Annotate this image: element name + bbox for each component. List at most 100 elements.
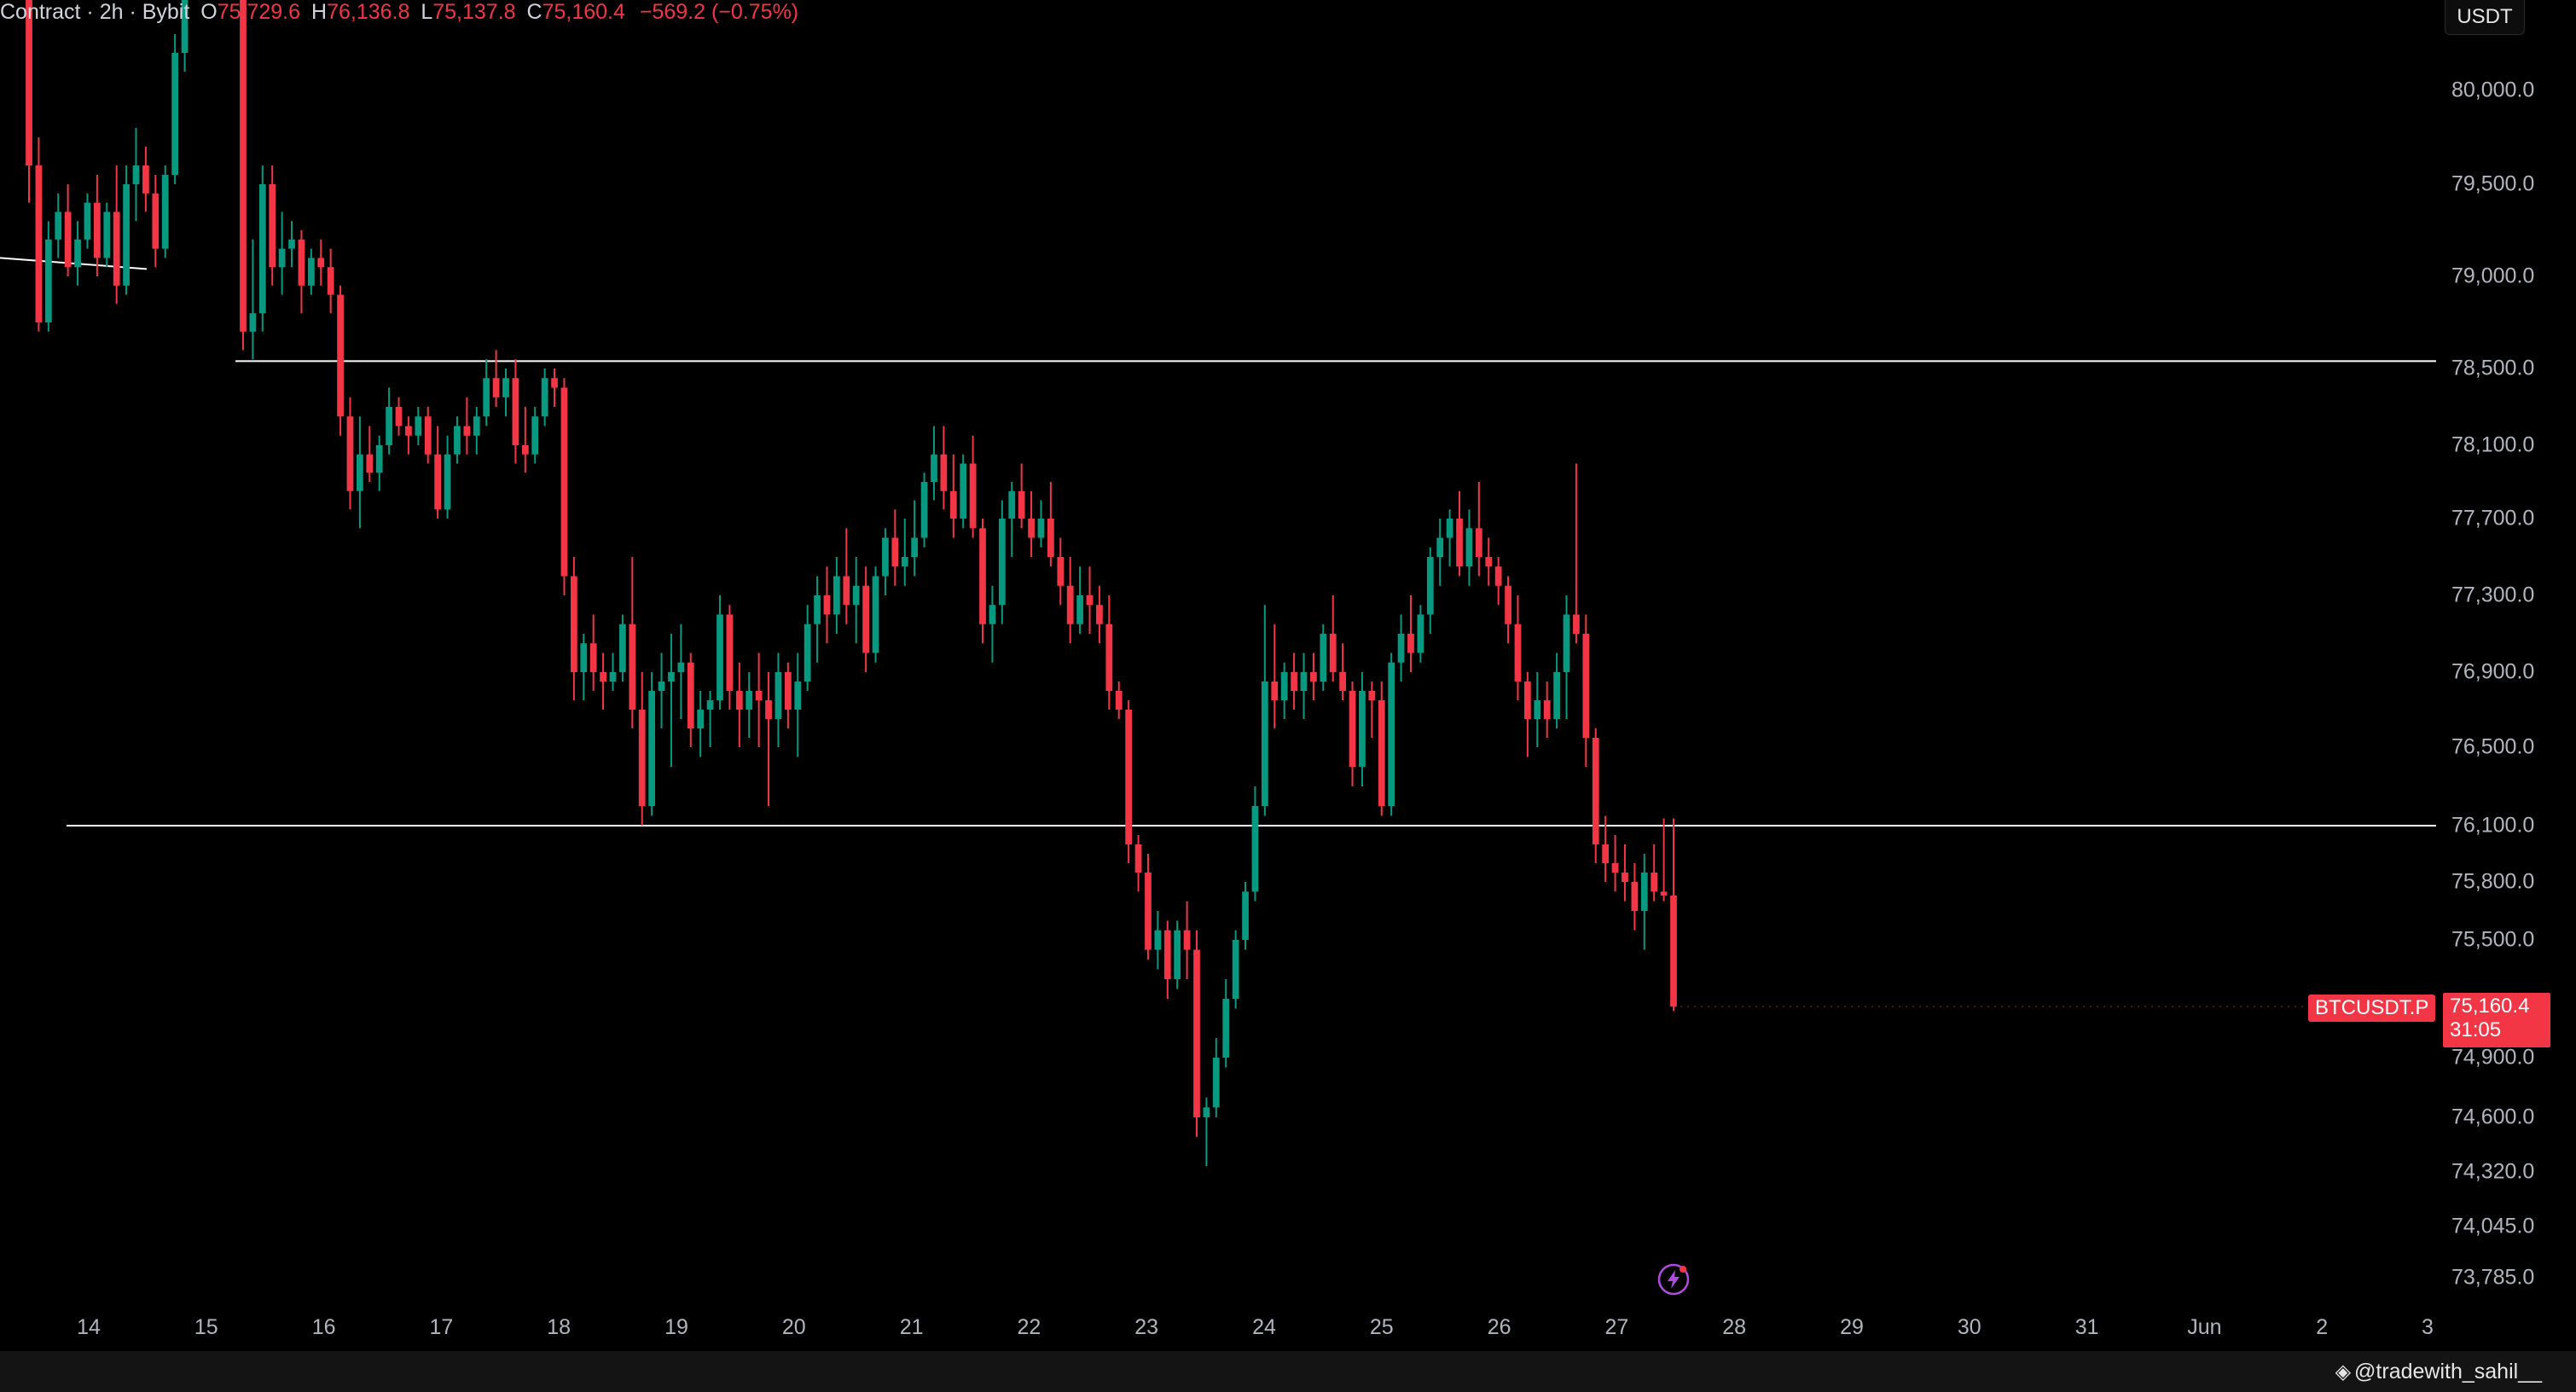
symbol-info[interactable]: Contract · 2h · Bybit <box>0 0 189 24</box>
candle[interactable] <box>26 0 32 203</box>
candle[interactable] <box>629 557 636 728</box>
candle[interactable] <box>473 407 480 455</box>
candle[interactable] <box>979 519 986 644</box>
candle[interactable] <box>434 426 442 519</box>
candle[interactable] <box>142 147 149 212</box>
candle[interactable] <box>1057 537 1065 606</box>
candle[interactable] <box>415 407 422 445</box>
candle[interactable] <box>1397 614 1405 682</box>
candle[interactable] <box>1008 482 1016 557</box>
lightning-icon[interactable] <box>1656 1262 1691 1296</box>
candle[interactable] <box>55 193 62 258</box>
candle[interactable] <box>891 509 899 586</box>
candle[interactable] <box>1203 1097 1210 1167</box>
candle[interactable] <box>113 165 120 304</box>
candle[interactable] <box>589 614 597 692</box>
candle[interactable] <box>483 359 490 426</box>
candle[interactable] <box>1086 566 1094 634</box>
candle[interactable] <box>161 165 169 258</box>
candle[interactable] <box>1261 605 1268 816</box>
candle[interactable] <box>735 662 743 747</box>
candle[interactable] <box>1573 463 1580 644</box>
candle[interactable] <box>152 175 160 268</box>
candle[interactable] <box>521 407 529 473</box>
candle[interactable] <box>1359 672 1366 786</box>
candle[interactable] <box>1291 652 1297 710</box>
candle[interactable] <box>1280 662 1288 719</box>
candle[interactable] <box>1320 624 1327 691</box>
candle[interactable] <box>1640 854 1648 950</box>
candle[interactable] <box>823 566 831 644</box>
candle[interactable] <box>1193 930 1200 1137</box>
candle[interactable] <box>648 672 656 816</box>
candle[interactable] <box>960 454 967 529</box>
candle[interactable] <box>998 500 1006 624</box>
candle[interactable] <box>911 500 919 577</box>
candle[interactable] <box>386 387 392 455</box>
candle[interactable] <box>1222 979 1230 1068</box>
candle[interactable] <box>424 407 432 464</box>
candle[interactable] <box>1037 500 1045 548</box>
candle[interactable] <box>375 435 383 491</box>
candle[interactable] <box>84 193 91 249</box>
candle[interactable] <box>1145 854 1152 960</box>
candle[interactable] <box>1271 624 1279 728</box>
candle[interactable] <box>395 397 403 436</box>
candle[interactable] <box>658 652 665 729</box>
candle[interactable] <box>726 605 734 710</box>
candle[interactable] <box>1505 576 1511 644</box>
candle[interactable] <box>1018 463 1025 529</box>
candle[interactable] <box>570 557 577 700</box>
candle[interactable] <box>1125 700 1133 863</box>
candle[interactable] <box>1611 835 1619 892</box>
candle[interactable] <box>1417 605 1424 663</box>
candle[interactable] <box>64 184 72 276</box>
candle[interactable] <box>327 248 334 314</box>
candle[interactable] <box>1378 682 1385 816</box>
candle[interactable] <box>366 426 374 483</box>
candle[interactable] <box>872 566 879 663</box>
candle[interactable] <box>93 175 101 276</box>
candle[interactable] <box>833 557 840 634</box>
candle[interactable] <box>755 652 763 748</box>
candlestick-chart[interactable] <box>0 0 2576 1351</box>
candle[interactable] <box>1660 818 1668 902</box>
currency-unit-button[interactable]: USDT <box>2445 0 2525 35</box>
candle[interactable] <box>1446 509 1453 567</box>
candle[interactable] <box>132 128 140 222</box>
candle[interactable] <box>269 165 276 286</box>
candle[interactable] <box>1523 672 1531 757</box>
candle[interactable] <box>1212 1038 1220 1117</box>
candle[interactable] <box>298 230 305 314</box>
candle[interactable] <box>1553 652 1560 729</box>
candle[interactable] <box>843 528 850 624</box>
candle[interactable] <box>249 239 257 360</box>
candle[interactable] <box>1631 863 1639 931</box>
candle[interactable] <box>74 221 81 286</box>
candle[interactable] <box>677 624 685 719</box>
candle[interactable] <box>560 378 568 595</box>
candle[interactable] <box>862 566 869 672</box>
candle[interactable] <box>337 285 344 436</box>
candle[interactable] <box>1096 585 1103 644</box>
candle[interactable] <box>1407 595 1414 672</box>
candle[interactable] <box>794 652 802 757</box>
candle[interactable] <box>454 416 461 464</box>
candle[interactable] <box>502 368 509 417</box>
candle[interactable] <box>949 454 957 538</box>
candle[interactable] <box>668 634 675 767</box>
candle[interactable] <box>1582 614 1590 768</box>
candle[interactable] <box>600 652 606 710</box>
candle[interactable] <box>1426 547 1434 634</box>
candle[interactable] <box>1592 728 1599 863</box>
candle[interactable] <box>1300 652 1308 720</box>
candle[interactable] <box>784 662 792 728</box>
candle[interactable] <box>1563 595 1570 719</box>
candle[interactable] <box>1174 920 1181 989</box>
candle[interactable] <box>317 239 325 286</box>
candle[interactable] <box>531 407 539 464</box>
candle[interactable] <box>1534 672 1541 747</box>
candle[interactable] <box>775 652 782 748</box>
candle[interactable] <box>989 585 996 663</box>
candle[interactable] <box>1251 786 1259 902</box>
